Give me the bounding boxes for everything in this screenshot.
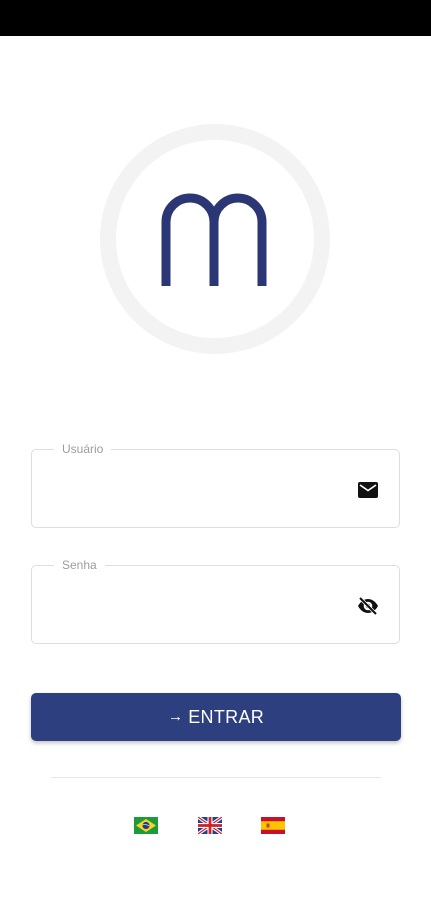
eye-off-icon[interactable] xyxy=(357,596,379,616)
divider xyxy=(51,777,381,778)
app-logo xyxy=(100,124,330,354)
password-field[interactable]: Senha xyxy=(31,557,400,644)
username-input[interactable] xyxy=(50,474,354,506)
password-input[interactable] xyxy=(50,590,354,622)
arrow-right-icon: → xyxy=(167,707,184,725)
password-label: Senha xyxy=(54,557,105,573)
username-field[interactable]: Usuário xyxy=(31,441,400,528)
spain-flag-icon[interactable] xyxy=(261,817,285,834)
logo-m-icon xyxy=(161,193,267,286)
enter-button-label: ENTRAR xyxy=(188,706,265,727)
username-label: Usuário xyxy=(54,441,112,457)
brazil-flag-icon[interactable] xyxy=(134,817,158,834)
mail-icon xyxy=(357,480,379,500)
status-bar xyxy=(0,0,431,36)
enter-button[interactable]: → ENTRAR xyxy=(31,693,401,741)
uk-flag-icon[interactable] xyxy=(198,817,222,834)
